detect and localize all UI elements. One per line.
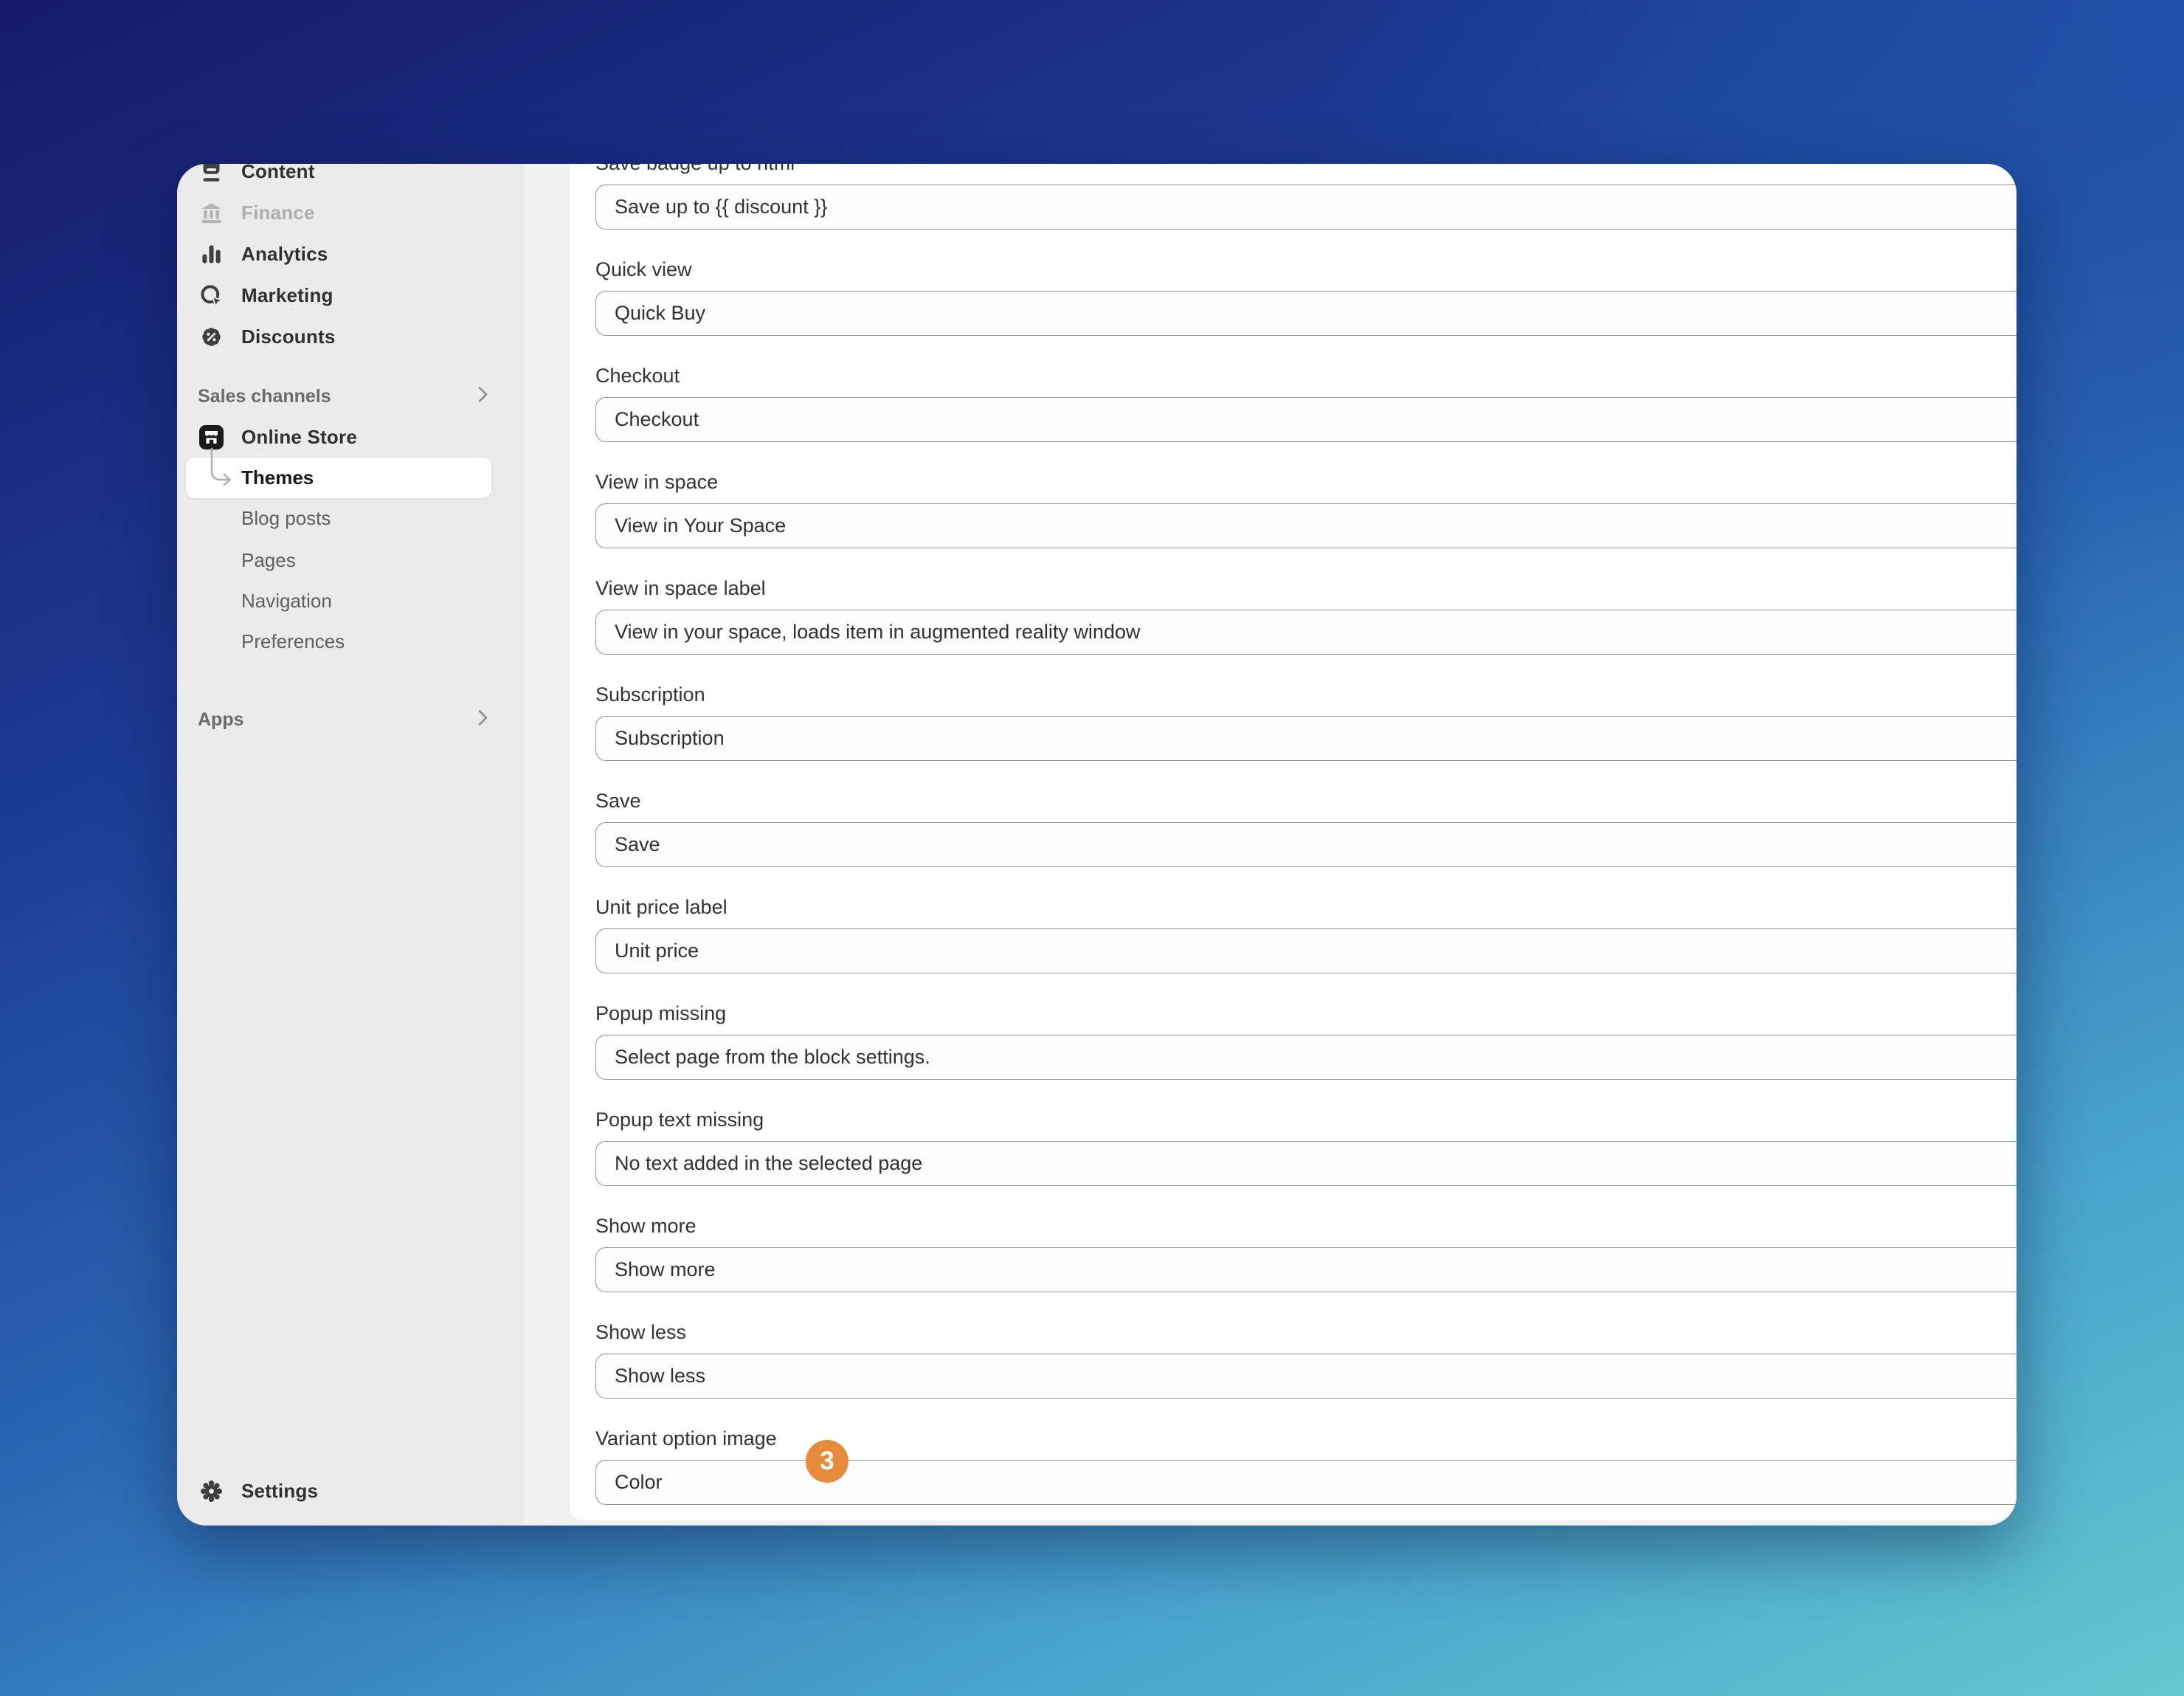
sidebar-item-label: Navigation — [241, 590, 332, 613]
sidebar-item-label: Settings — [241, 1480, 318, 1503]
field-show-more: Show more — [595, 1213, 2017, 1292]
show-less-input[interactable] — [595, 1354, 2017, 1399]
field-label: Popup text missing — [595, 1107, 2017, 1132]
sidebar-item-label: Analytics — [241, 243, 328, 266]
sidebar-item-label: Blog posts — [241, 507, 331, 530]
field-view-in-space-label: View in space label — [595, 576, 2017, 655]
finance-icon — [199, 201, 224, 225]
field-label: View in space label — [595, 576, 2017, 601]
sidebar-item-settings[interactable]: Settings — [177, 1470, 511, 1511]
field-save-badge: Save badge up to html — [595, 164, 2017, 230]
sidebar-item-label: Pages — [241, 549, 296, 572]
sidebar-item-preferences[interactable]: Preferences — [177, 621, 511, 662]
unit-price-input[interactable] — [595, 928, 2017, 973]
sidebar-section-sales-channels[interactable]: Sales channels — [177, 376, 511, 417]
chevron-right-icon — [478, 387, 488, 407]
sidebar-item-label: Online Store — [241, 426, 357, 449]
sidebar-item-label: Discounts — [241, 325, 335, 348]
sidebar-item-label: Marketing — [241, 284, 334, 307]
sidebar-item-blog-posts[interactable]: Blog posts — [177, 498, 511, 539]
field-quick-view: Quick view — [595, 257, 2017, 336]
sidebar-item-finance[interactable]: Finance — [177, 192, 511, 233]
field-popup-missing: Popup missing — [595, 1001, 2017, 1080]
sidebar-item-label: Content — [241, 164, 315, 183]
sidebar-item-pages[interactable]: Pages — [177, 540, 511, 581]
field-subscription: Subscription — [595, 682, 2017, 761]
desktop-background: { "colors": { "badge_orange": "#e88a3c",… — [0, 0, 2184, 1696]
quick-view-input[interactable] — [595, 291, 2017, 336]
sidebar-item-content[interactable]: Content — [177, 164, 511, 192]
field-label: Variant option image — [595, 1426, 2017, 1451]
sidebar-section-apps[interactable]: Apps — [177, 699, 511, 740]
field-label: Subscription — [595, 682, 2017, 707]
section-label: Apps — [198, 709, 244, 731]
field-view-in-space: View in space — [595, 469, 2017, 548]
sidebar-item-online-store[interactable]: Online Store — [177, 416, 511, 458]
field-label: Save — [595, 788, 2017, 813]
analytics-icon — [199, 242, 224, 266]
sidebar: Content Finance Analytics Marketing Disc — [177, 164, 524, 1526]
view-in-space-label-input[interactable] — [595, 610, 2017, 655]
sidebar-item-label: Preferences — [241, 630, 345, 653]
field-label: Popup missing — [595, 1001, 2017, 1026]
sidebar-item-analytics[interactable]: Analytics — [177, 233, 511, 275]
field-popup-text-missing: Popup text missing — [595, 1107, 2017, 1186]
subscription-input[interactable] — [595, 716, 2017, 761]
checkout-input[interactable] — [595, 397, 2017, 442]
chevron-right-icon — [478, 710, 488, 730]
sidebar-item-discounts[interactable]: Discounts — [177, 316, 511, 357]
field-unit-price-label: Unit price label — [595, 894, 2017, 973]
field-checkout: Checkout — [595, 363, 2017, 442]
view-in-space-input[interactable] — [595, 503, 2017, 548]
save-badge-input[interactable] — [595, 185, 2017, 230]
admin-window: Content Finance Analytics Marketing Disc — [177, 164, 2017, 1526]
popup-missing-input[interactable] — [595, 1035, 2017, 1080]
content-icon — [199, 164, 224, 184]
field-save: Save — [595, 788, 2017, 867]
sidebar-item-label: Themes — [241, 466, 314, 489]
storefront-icon — [199, 425, 224, 449]
step-3-badge: 3 — [806, 1440, 849, 1483]
field-label: Save badge up to html — [595, 164, 2017, 176]
field-label: Quick view — [595, 257, 2017, 282]
show-more-input[interactable] — [595, 1247, 2017, 1292]
field-show-less: Show less — [595, 1320, 2017, 1399]
section-label: Sales channels — [198, 386, 331, 407]
gear-icon — [199, 1479, 224, 1503]
field-label: Show less — [595, 1320, 2017, 1345]
marketing-icon — [199, 283, 224, 308]
sidebar-item-themes-active[interactable]: Themes — [186, 458, 491, 498]
field-label: Unit price label — [595, 894, 2017, 920]
field-label: Checkout — [595, 363, 2017, 388]
discounts-icon — [199, 325, 224, 349]
sidebar-item-marketing[interactable]: Marketing — [177, 275, 511, 316]
popup-text-missing-input[interactable] — [595, 1141, 2017, 1186]
translations-panel: Save badge up to html Quick view Checkou… — [570, 164, 2017, 1520]
sidebar-item-label: Finance — [241, 201, 315, 224]
field-label: View in space — [595, 469, 2017, 494]
sidebar-item-navigation[interactable]: Navigation — [177, 581, 511, 621]
field-label: Show more — [595, 1213, 2017, 1238]
save-input[interactable] — [595, 822, 2017, 867]
